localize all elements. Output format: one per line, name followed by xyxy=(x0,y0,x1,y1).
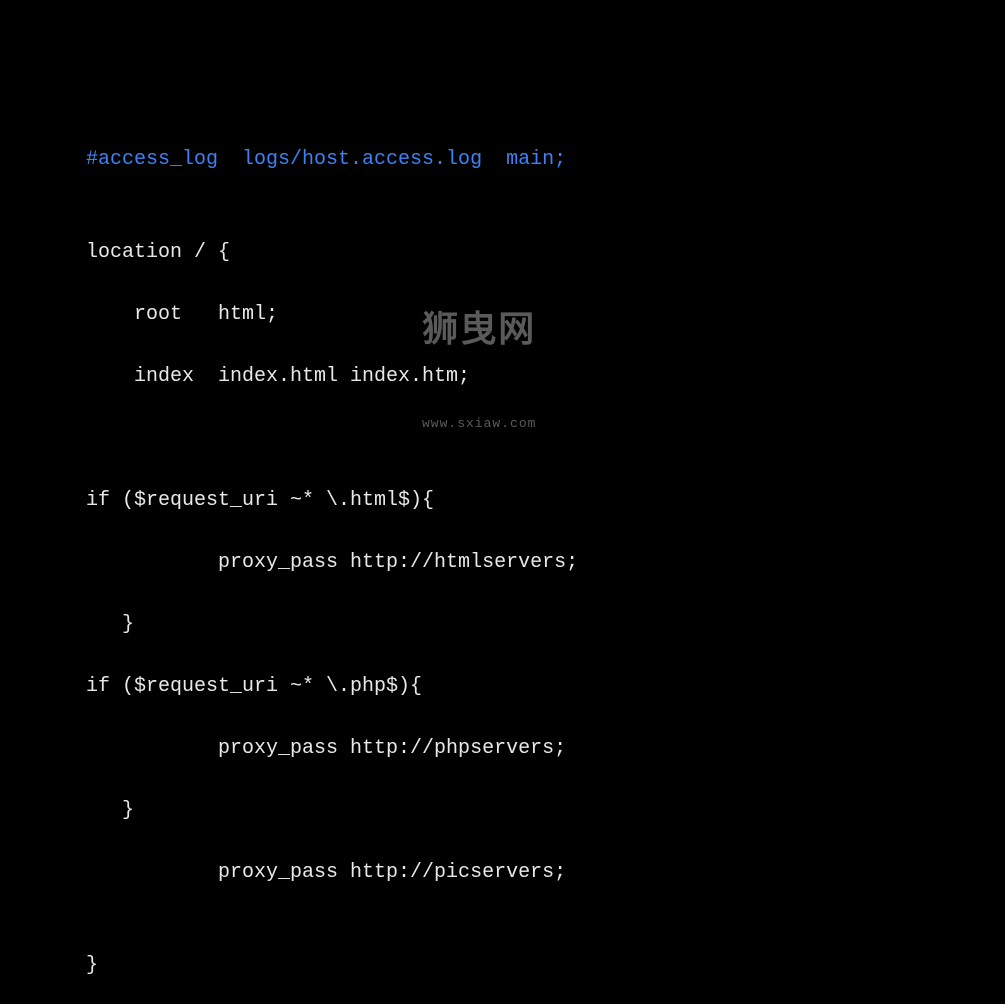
code-comment-line: #access_log logs/host.access.log main; xyxy=(86,144,1005,175)
code-line: proxy_pass http://htmlservers; xyxy=(86,547,1005,578)
code-line: if ($request_uri ~* \.php$){ xyxy=(86,671,1005,702)
code-line: proxy_pass http://picservers; xyxy=(86,857,1005,888)
code-line: root html; xyxy=(86,299,1005,330)
code-line: } xyxy=(86,795,1005,826)
code-line: if ($request_uri ~* \.html$){ xyxy=(86,485,1005,516)
code-line: index index.html index.htm; xyxy=(86,361,1005,392)
code-line: } xyxy=(86,609,1005,640)
watermark: 狮曳网 www.sxiaw.com xyxy=(422,252,536,465)
code-line: } xyxy=(86,950,1005,981)
watermark-url: www.sxiaw.com xyxy=(422,414,536,434)
code-line: location / { xyxy=(86,237,1005,268)
code-line: proxy_pass http://phpservers; xyxy=(86,733,1005,764)
